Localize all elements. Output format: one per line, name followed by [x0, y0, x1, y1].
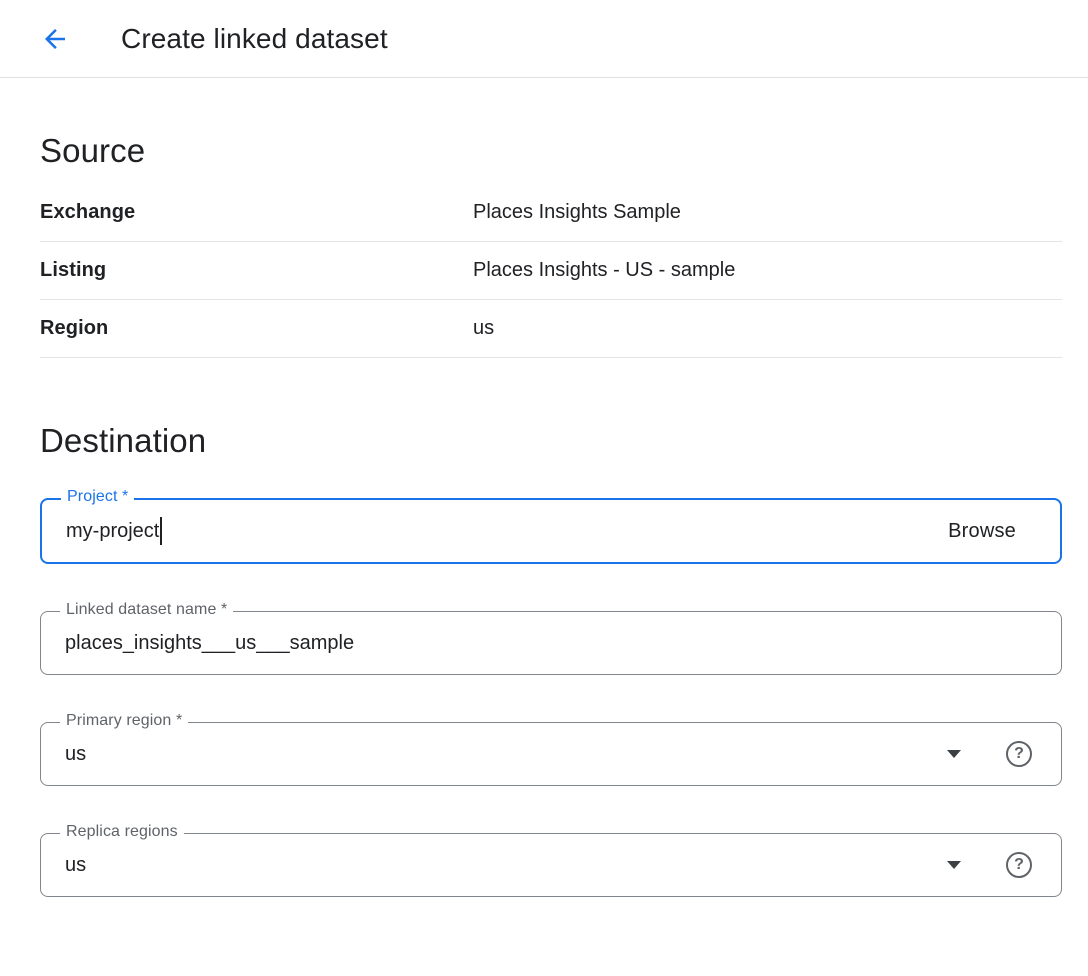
project-field-label: Project *: [61, 488, 134, 506]
table-row-listing: Listing Places Insights - US - sample: [40, 242, 1062, 300]
replica-regions-value: us: [65, 854, 86, 877]
chevron-down-icon: [947, 750, 961, 758]
primary-region-label: Primary region *: [60, 712, 188, 730]
browse-button[interactable]: Browse: [948, 520, 1016, 543]
destination-heading: Destination: [40, 422, 1062, 460]
source-detail-table: Exchange Places Insights Sample Listing …: [40, 184, 1062, 358]
exchange-label: Exchange: [40, 201, 473, 224]
table-row-region: Region us: [40, 300, 1062, 358]
source-section: Source Exchange Places Insights Sample L…: [40, 132, 1062, 358]
destination-section: Destination Project * my-project Browse …: [40, 422, 1062, 897]
primary-region-select[interactable]: Primary region * us ?: [40, 722, 1062, 786]
back-button[interactable]: [33, 17, 77, 61]
linked-dataset-name-field[interactable]: Linked dataset name * places_insights___…: [40, 611, 1062, 675]
destination-fields: Project * my-project Browse Linked datas…: [40, 498, 1062, 897]
page-title: Create linked dataset: [121, 23, 388, 55]
region-value: us: [473, 317, 1062, 340]
project-field[interactable]: Project * my-project Browse: [40, 498, 1062, 564]
listing-value: Places Insights - US - sample: [473, 259, 1062, 282]
page-header: Create linked dataset: [0, 0, 1088, 78]
project-field-value: my-project: [66, 520, 159, 543]
help-icon[interactable]: ?: [1006, 741, 1032, 767]
primary-region-value: us: [65, 743, 86, 766]
region-label: Region: [40, 317, 473, 340]
linked-dataset-name-label: Linked dataset name *: [60, 601, 233, 619]
linked-dataset-name-value: places_insights___us___sample: [65, 632, 354, 655]
table-row-exchange: Exchange Places Insights Sample: [40, 184, 1062, 242]
page-content: Source Exchange Places Insights Sample L…: [0, 132, 1088, 897]
chevron-down-icon: [947, 861, 961, 869]
source-heading: Source: [40, 132, 1062, 170]
arrow-back-icon: [40, 24, 70, 54]
replica-regions-label: Replica regions: [60, 823, 184, 841]
text-cursor: [160, 517, 162, 545]
exchange-value: Places Insights Sample: [473, 201, 1062, 224]
listing-label: Listing: [40, 259, 473, 282]
replica-regions-select[interactable]: Replica regions us ?: [40, 833, 1062, 897]
help-icon[interactable]: ?: [1006, 852, 1032, 878]
